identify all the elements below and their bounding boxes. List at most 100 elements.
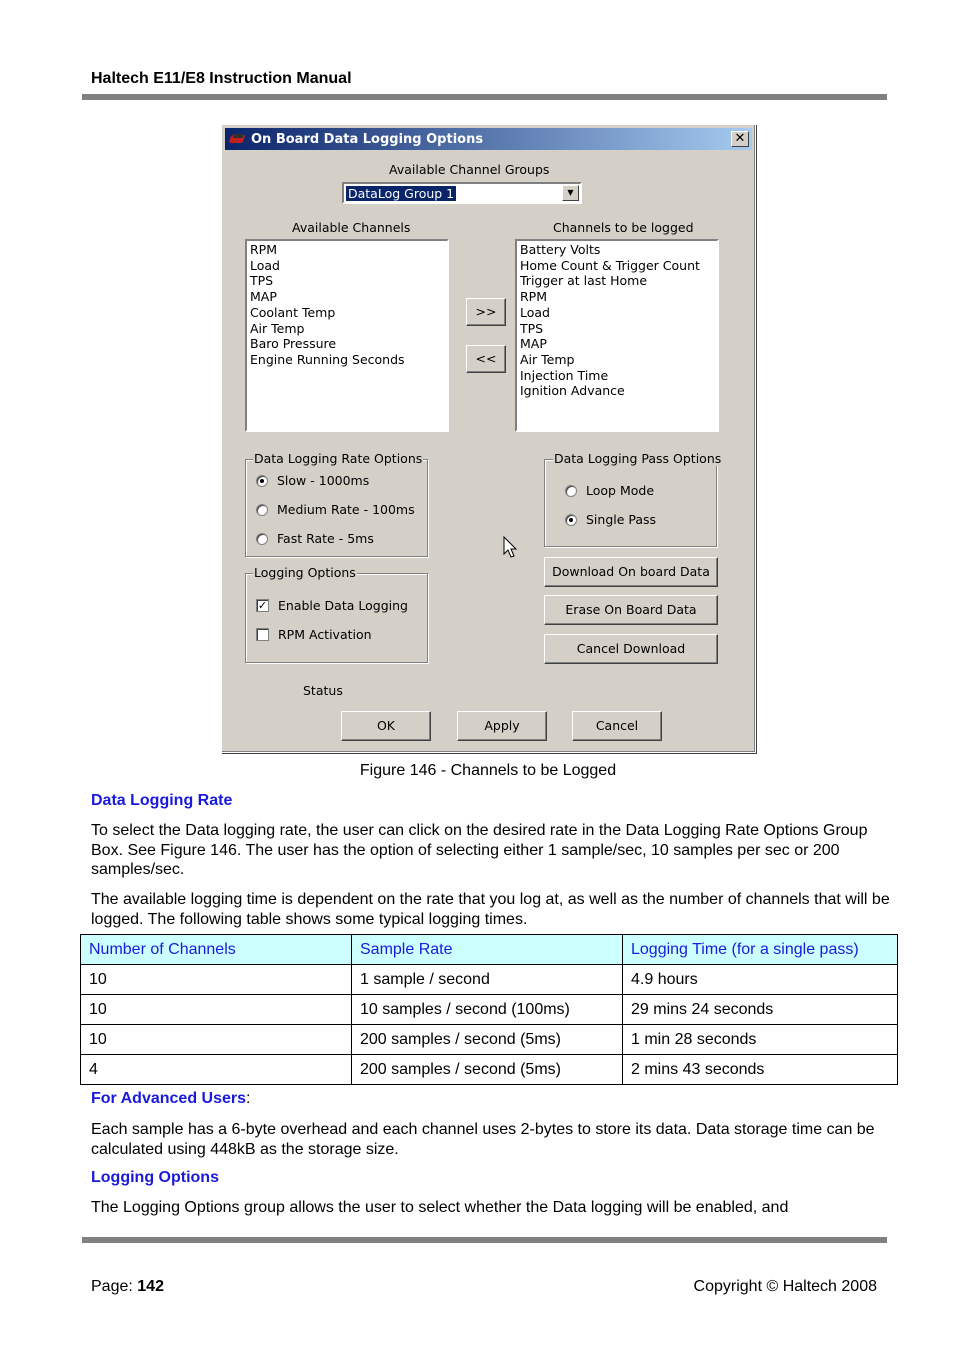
radio-button[interactable] [565, 484, 577, 497]
cancel-button[interactable]: Cancel [572, 711, 662, 741]
list-item[interactable]: Engine Running Seconds [250, 352, 444, 368]
channels-logged-label: Channels to be logged [553, 220, 694, 235]
list-item[interactable]: Load [520, 305, 714, 321]
rate-option-slow[interactable]: Slow - 1000ms [256, 473, 369, 488]
list-item[interactable]: MAP [520, 336, 714, 352]
ok-button[interactable]: OK [341, 711, 431, 741]
download-data-button[interactable]: Download On board Data [544, 557, 718, 587]
option-label: Fast Rate - 5ms [277, 531, 374, 546]
manual-title: Haltech E11/E8 Instruction Manual [91, 70, 352, 87]
table-row: 10 10 samples / second (100ms) 29 mins 2… [80, 994, 898, 1025]
rate-option-fast[interactable]: Fast Rate - 5ms [256, 531, 374, 546]
table-row: 10 1 sample / second 4.9 hours [80, 964, 898, 995]
table-header: Number of Channels [80, 934, 352, 965]
table-cell: 1 sample / second [351, 964, 623, 995]
list-item[interactable]: RPM [520, 289, 714, 305]
advanced-heading-text: For Advanced Users [91, 1090, 247, 1107]
rate-paragraph-2: The available logging time is dependent … [91, 891, 890, 928]
rate-paragraph-1: To select the Data logging rate, the use… [91, 822, 868, 878]
list-item[interactable]: Battery Volts [520, 242, 714, 258]
dialog-titlebar[interactable]: On Board Data Logging Options ✕ [225, 128, 752, 150]
mouse-pointer-icon [503, 536, 518, 558]
footer-rule [82, 1237, 887, 1243]
data-logging-options-dialog: On Board Data Logging Options ✕ Availabl… [221, 124, 756, 753]
list-item[interactable]: Air Temp [250, 321, 444, 337]
pass-options-group: Data Logging Pass Options Loop Mode Sing… [544, 451, 723, 547]
option-label: Loop Mode [586, 483, 655, 498]
list-item[interactable]: Ignition Advance [520, 383, 714, 399]
available-channels-list[interactable]: RPM Load TPS MAP Coolant Temp Air Temp B… [245, 239, 449, 432]
radio-button[interactable] [256, 474, 268, 487]
table-header-row: Number of Channels Sample Rate Logging T… [80, 934, 898, 965]
list-item[interactable]: Home Count & Trigger Count [520, 258, 714, 274]
pass-options-title: Data Logging Pass Options [553, 451, 723, 466]
rate-option-medium[interactable]: Medium Rate - 100ms [256, 502, 415, 517]
table-cell: 200 samples / second (5ms) [351, 1054, 623, 1085]
table-header: Sample Rate [351, 934, 623, 965]
radio-button[interactable] [256, 503, 268, 516]
table-cell: 200 samples / second (5ms) [351, 1024, 623, 1055]
close-button[interactable]: ✕ [731, 131, 749, 147]
channels-logged-list[interactable]: Battery Volts Home Count & Trigger Count… [515, 239, 719, 432]
list-item[interactable]: Coolant Temp [250, 305, 444, 321]
channel-groups-label: Available Channel Groups [389, 162, 550, 177]
chevron-down-icon[interactable]: ▼ [562, 185, 579, 201]
add-channel-button[interactable]: >> [466, 298, 506, 326]
pass-option-loop[interactable]: Loop Mode [565, 483, 654, 498]
radio-button[interactable] [256, 532, 268, 545]
figure-caption: Figure 146 - Channels to be Logged [359, 762, 617, 779]
table-cell: 10 [80, 964, 352, 995]
list-item[interactable]: RPM [250, 242, 444, 258]
option-label: Single Pass [586, 512, 657, 527]
copyright: Copyright © Haltech 2008 [693, 1278, 877, 1295]
advanced-heading: For Advanced Users: [91, 1090, 250, 1108]
list-item[interactable]: TPS [250, 273, 444, 289]
erase-data-button[interactable]: Erase On Board Data [544, 595, 718, 625]
table-cell: 1 min 28 seconds [622, 1024, 898, 1055]
page-number: Page: 142 [91, 1278, 164, 1296]
list-item[interactable]: Air Temp [520, 352, 714, 368]
rpm-activation-option[interactable]: RPM Activation [256, 627, 372, 642]
option-label: Enable Data Logging [278, 598, 408, 613]
list-item[interactable]: TPS [520, 321, 714, 337]
table-row: 10 200 samples / second (5ms) 1 min 28 s… [80, 1024, 898, 1055]
apply-button[interactable]: Apply [457, 711, 547, 741]
channel-group-select[interactable]: DataLog Group 1 ▼ [342, 182, 582, 204]
cancel-download-button[interactable]: Cancel Download [544, 634, 718, 664]
list-item[interactable]: Load [250, 258, 444, 274]
table-cell: 10 [80, 994, 352, 1025]
rate-options-title: Data Logging Rate Options [253, 451, 424, 466]
app-icon [229, 133, 247, 145]
logging-options-title: Logging Options [253, 565, 357, 580]
table-cell: 10 [80, 1024, 352, 1055]
option-label: RPM Activation [278, 627, 372, 642]
rate-heading: Data Logging Rate [91, 792, 233, 809]
option-label: Medium Rate - 100ms [277, 502, 415, 517]
logging-options-heading: Logging Options [91, 1169, 219, 1186]
table-cell: 2 mins 43 seconds [622, 1054, 898, 1085]
table-cell: 29 mins 24 seconds [622, 994, 898, 1025]
close-icon: ✕ [734, 131, 746, 146]
advanced-heading-colon: : [246, 1090, 251, 1107]
table-row: 4 200 samples / second (5ms) 2 mins 43 s… [80, 1054, 898, 1085]
advanced-paragraph: Each sample has a 6-byte overhead and ea… [91, 1121, 875, 1158]
remove-channel-button[interactable]: << [466, 345, 506, 373]
list-item[interactable]: Trigger at last Home [520, 273, 714, 289]
page-number-value: 142 [137, 1278, 164, 1295]
header-rule [82, 94, 887, 100]
list-item[interactable]: Baro Pressure [250, 336, 444, 352]
page-label: Page: [91, 1278, 138, 1295]
radio-button[interactable] [565, 513, 577, 526]
channel-group-value: DataLog Group 1 [346, 186, 457, 201]
table-header: Logging Time (for a single pass) [622, 934, 898, 965]
enable-data-logging-option[interactable]: ✓ Enable Data Logging [256, 598, 408, 613]
list-item[interactable]: Injection Time [520, 368, 714, 384]
dialog-title: On Board Data Logging Options [251, 131, 484, 147]
checkbox[interactable] [256, 628, 269, 641]
table-cell: 4.9 hours [622, 964, 898, 995]
status-label: Status [303, 683, 343, 698]
checkbox[interactable]: ✓ [256, 599, 269, 612]
logging-times-table: Number of Channels Sample Rate Logging T… [80, 934, 898, 1085]
pass-option-single[interactable]: Single Pass [565, 512, 656, 527]
list-item[interactable]: MAP [250, 289, 444, 305]
